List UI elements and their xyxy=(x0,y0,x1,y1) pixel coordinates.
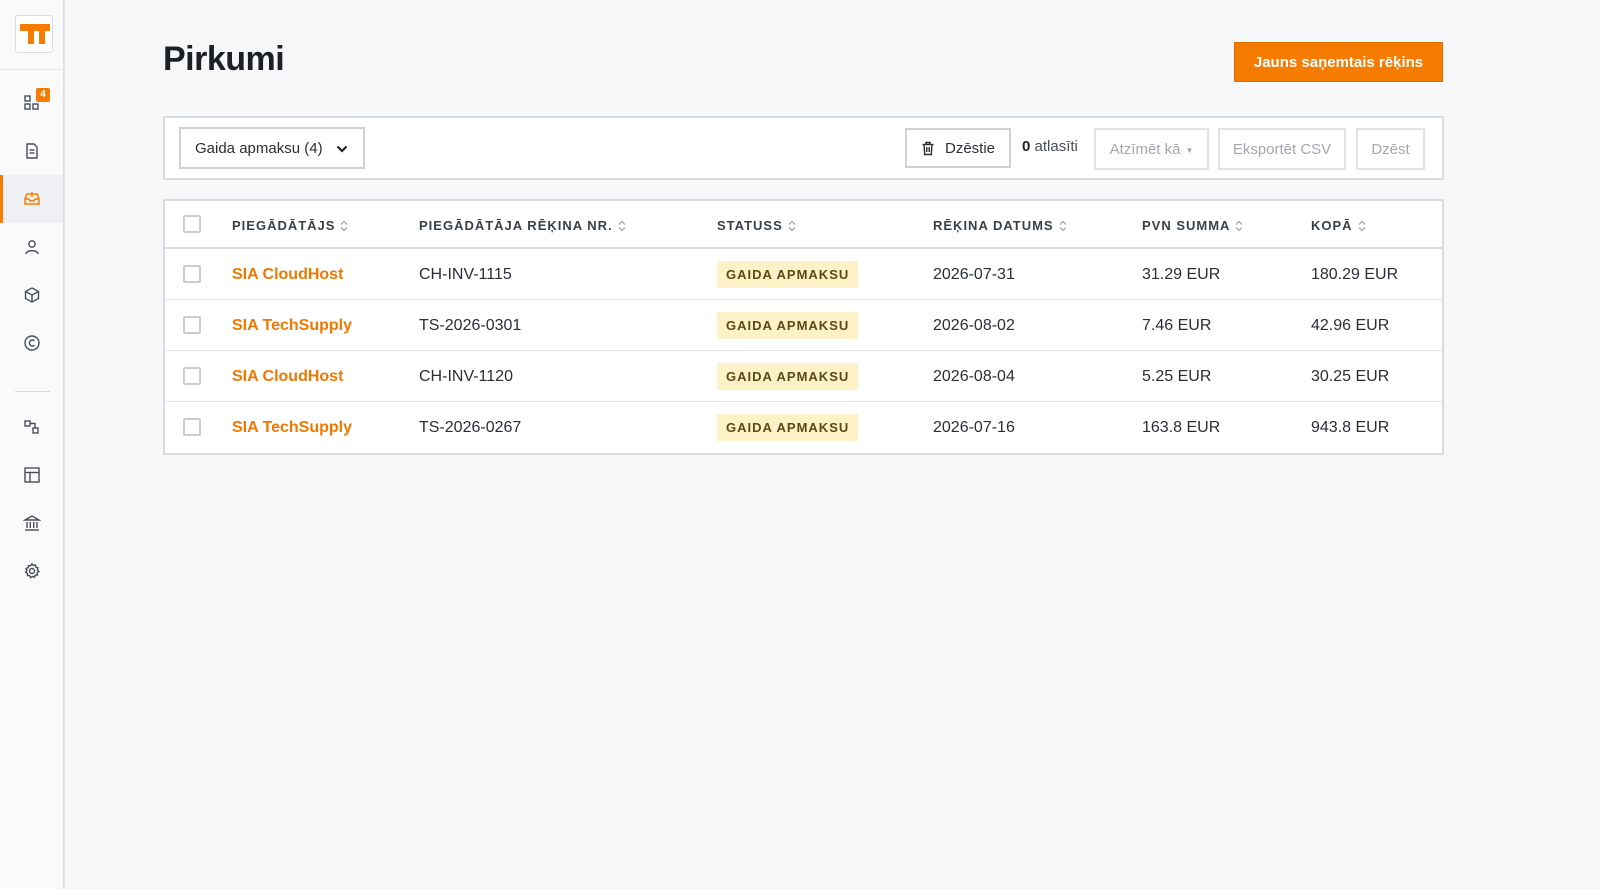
supplier-link[interactable]: SIA CloudHost xyxy=(232,266,343,284)
invoice-number: TS-2026-0301 xyxy=(419,317,522,334)
sidebar-item-settings[interactable] xyxy=(0,547,63,595)
status-filter-select[interactable]: Gaida apmaksu (4) xyxy=(179,127,365,169)
page-title: Pirkumi xyxy=(163,40,285,78)
table-row[interactable]: SIA TechSupply TS-2026-0301 GAIDA APMAKS… xyxy=(165,300,1442,351)
export-csv-button[interactable]: Eksportēt CSV xyxy=(1218,128,1346,170)
supplier-link[interactable]: SIA CloudHost xyxy=(232,368,343,386)
column-header-supplier[interactable]: PIEGĀDĀTĀJS xyxy=(232,218,348,233)
sidebar-item-bank[interactable] xyxy=(0,499,63,547)
logo-icon[interactable] xyxy=(15,15,53,53)
status-badge: GAIDA APMAKSU xyxy=(717,312,859,339)
status-badge: GAIDA APMAKSU xyxy=(717,363,859,390)
invoice-number: CH-INV-1120 xyxy=(419,368,513,385)
copyright-icon xyxy=(23,335,40,351)
column-header-label: KOPĀ xyxy=(1311,218,1353,233)
vat-amount: 5.25 EUR xyxy=(1142,368,1212,385)
column-header-label: PIEGĀDĀTĀJS xyxy=(232,218,336,233)
total-amount: 943.8 EUR xyxy=(1311,419,1390,436)
deleted-items-button[interactable]: Dzēstie xyxy=(905,128,1011,168)
user-icon xyxy=(24,240,39,255)
invoice-date: 2026-08-02 xyxy=(933,317,1015,334)
column-header-label: PVN SUMMA xyxy=(1142,218,1231,233)
mark-as-button[interactable]: Atzīmēt kā ▼ xyxy=(1094,128,1209,170)
column-header-total[interactable]: KOPĀ xyxy=(1311,218,1366,233)
caret-down-icon: ▼ xyxy=(1185,145,1194,155)
status-badge: GAIDA APMAKSU xyxy=(717,261,859,288)
sort-icon xyxy=(618,220,626,231)
supplier-link[interactable]: SIA TechSupply xyxy=(232,419,352,437)
sidebar-divider xyxy=(0,69,63,70)
sort-icon xyxy=(1059,220,1067,231)
column-header-invoice-no[interactable]: PIEGĀDĀTĀJA RĒĶINA NR. xyxy=(419,218,626,233)
document-icon xyxy=(25,143,38,159)
sidebar-item-templates[interactable] xyxy=(0,451,63,499)
new-received-invoice-button[interactable]: Jauns saņemtais rēķins xyxy=(1234,42,1443,82)
supplier-link[interactable]: SIA TechSupply xyxy=(232,317,352,335)
sort-icon xyxy=(1358,220,1365,231)
column-header-label: PIEGĀDĀTĀJA RĒĶINA NR. xyxy=(419,218,613,233)
invoice-date: 2026-07-16 xyxy=(933,419,1015,436)
invoice-date: 2026-07-31 xyxy=(933,266,1015,283)
row-checkbox[interactable] xyxy=(183,418,201,436)
sidebar-item-products[interactable] xyxy=(0,271,63,319)
chevron-down-icon xyxy=(336,145,348,153)
delete-button[interactable]: Dzēst xyxy=(1356,128,1425,170)
total-amount: 30.25 EUR xyxy=(1311,368,1390,385)
layout-icon xyxy=(23,467,40,483)
column-header-label: STATUSS xyxy=(717,218,783,233)
sidebar-item-clients[interactable] xyxy=(0,223,63,271)
status-badge: GAIDA APMAKSU xyxy=(717,414,859,441)
table-header: PIEGĀDĀTĀJS PIEGĀDĀTĀJA RĒĶINA NR. STATU… xyxy=(165,201,1442,249)
column-header-vat[interactable]: PVN SUMMA xyxy=(1142,218,1243,233)
selected-count: 0 atlasīti xyxy=(1022,138,1078,155)
selected-count-label: atlasīti xyxy=(1034,138,1078,155)
total-amount: 180.29 EUR xyxy=(1311,266,1399,283)
purchases-table: PIEGĀDĀTĀJS PIEGĀDĀTĀJA RĒĶINA NR. STATU… xyxy=(163,199,1444,455)
column-header-invoice-date[interactable]: RĒĶINA DATUMS xyxy=(933,218,1067,233)
selected-count-value: 0 xyxy=(1022,138,1031,155)
sort-icon xyxy=(1236,220,1243,231)
sidebar-item-copyright[interactable] xyxy=(0,319,63,367)
trash-icon xyxy=(922,141,934,155)
notification-badge: 4 xyxy=(36,88,50,102)
shapes-icon xyxy=(23,420,39,434)
row-checkbox[interactable] xyxy=(183,367,201,385)
sort-icon xyxy=(788,220,796,231)
row-checkbox[interactable] xyxy=(183,265,201,283)
sidebar: 4 xyxy=(0,0,65,889)
sidebar-item-documents[interactable] xyxy=(0,127,63,175)
gear-icon xyxy=(24,562,40,579)
vat-amount: 7.46 EUR xyxy=(1142,317,1212,334)
column-header-label: RĒĶINA DATUMS xyxy=(933,218,1054,233)
total-amount: 42.96 EUR xyxy=(1311,317,1390,334)
toolbar: Gaida apmaksu (4) Dzēstie 0 atlasīti Atz… xyxy=(163,116,1444,180)
table-row[interactable]: SIA CloudHost CH-INV-1120 GAIDA APMAKSU … xyxy=(165,351,1442,402)
invoice-date: 2026-08-04 xyxy=(933,368,1015,385)
deleted-items-label: Dzēstie xyxy=(944,139,996,157)
vat-amount: 163.8 EUR xyxy=(1142,419,1221,436)
inbox-icon xyxy=(23,192,40,205)
row-checkbox[interactable] xyxy=(183,316,201,334)
select-all-checkbox[interactable] xyxy=(183,215,201,233)
status-filter-value: Gaida apmaksu (4) xyxy=(195,139,323,157)
sort-icon xyxy=(341,220,348,231)
table-row[interactable]: SIA TechSupply TS-2026-0267 GAIDA APMAKS… xyxy=(165,402,1442,453)
invoice-number: TS-2026-0267 xyxy=(419,419,522,436)
invoice-number: CH-INV-1115 xyxy=(419,266,512,283)
sidebar-divider xyxy=(15,391,50,392)
sidebar-item-purchases[interactable] xyxy=(0,175,63,223)
bank-icon xyxy=(22,515,41,531)
mark-as-label: Atzīmēt kā xyxy=(1109,140,1181,158)
sidebar-item-integrations[interactable] xyxy=(0,403,63,451)
table-row[interactable]: SIA CloudHost CH-INV-1115 GAIDA APMAKSU … xyxy=(165,249,1442,300)
column-header-status[interactable]: STATUSS xyxy=(717,218,796,233)
vat-amount: 31.29 EUR xyxy=(1142,266,1221,283)
box-icon xyxy=(24,287,39,303)
sidebar-item-dashboard[interactable]: 4 xyxy=(0,79,63,127)
